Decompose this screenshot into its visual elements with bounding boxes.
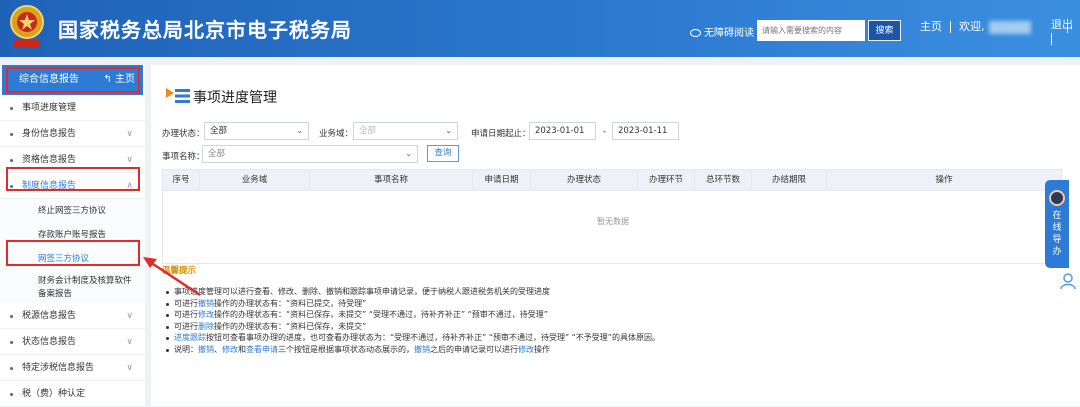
chevron-down-icon: ∨ — [126, 363, 133, 373]
chevron-down-icon: ∨ — [126, 311, 133, 321]
date-end-input[interactable]: 2023-01-11 — [612, 122, 679, 140]
divider — [1051, 33, 1052, 45]
status-label: 办理状态： — [162, 129, 205, 139]
online-guide-panel[interactable]: 在 线 导 办 — [1045, 180, 1069, 268]
bullet-icon — [10, 107, 13, 110]
guide-char: 在 — [1052, 211, 1062, 221]
bullet-icon — [10, 133, 13, 136]
tips-list: 事项进度管理可以进行查看、修改、删除、撤销和跟踪事项申请记录，便于纳税人跟进税务… — [165, 286, 865, 355]
sidebar-item-tax-source[interactable]: 税源信息报告 ∨ — [0, 303, 145, 329]
bullet-icon — [10, 367, 13, 370]
bullet-icon — [10, 159, 13, 162]
bullet-icon — [10, 341, 13, 344]
item-name-label: 事项名称： — [162, 152, 205, 162]
search-input[interactable] — [757, 20, 865, 41]
divider — [950, 21, 951, 33]
highlight-box — [6, 167, 140, 191]
domain-select[interactable]: 全部 ⌄ — [353, 122, 458, 140]
tip-item: 可进行撤销操作的办理状态有：“资料已提交，待受理” — [165, 298, 865, 310]
status-select[interactable]: 全部 ⌄ — [204, 122, 309, 140]
user-name-blurred — [988, 20, 1031, 34]
national-emblem-icon — [10, 5, 44, 47]
list-icon — [166, 88, 190, 103]
col-header: 业务域 — [200, 170, 310, 191]
accessibility-link[interactable]: 无障碍阅读 — [690, 24, 754, 39]
query-button[interactable]: 查询 — [427, 145, 459, 162]
sidebar: 综合信息报告 ↰ 主页 事项进度管理 身份信息报告 ∨ 资格信息报告 ∨ 制度信息报… — [0, 65, 145, 407]
col-header: 总环节数 — [695, 170, 752, 191]
page-title: 事项进度管理 — [193, 90, 277, 106]
guide-char: 线 — [1052, 223, 1062, 233]
logout-link[interactable]: 退出 — [1051, 18, 1073, 46]
tip-item: 可进行删除操作的办理状态有：“资料已保存，未提交” — [165, 321, 865, 333]
chevron-down-icon: ⌄ — [405, 149, 412, 158]
guide-char: 办 — [1052, 247, 1062, 257]
col-header: 操作 — [935, 175, 953, 185]
highlight-box — [6, 67, 140, 93]
accessibility-label: 无障碍阅读 — [704, 28, 754, 39]
highlight-box — [6, 240, 140, 266]
sidebar-item-tax-type[interactable]: 税（费）种认定 — [0, 381, 145, 407]
eye-icon — [690, 29, 701, 37]
col-header: 办结期限 — [752, 170, 827, 191]
date-start-input[interactable]: 2023-01-01 — [529, 122, 596, 140]
empty-state: 暂无数据 — [597, 217, 629, 226]
tip-item: 可进行修改操作的办理状态有：“资料已保存，未提交” “受理不通过，待补齐补正” … — [165, 309, 865, 321]
sidebar-item-progress[interactable]: 事项进度管理 — [0, 95, 145, 121]
top-header: 国家税务总局北京市电子税务局 无障碍阅读 搜索 主页 欢迎, 退出 — [0, 0, 1080, 57]
bullet-icon — [10, 315, 13, 318]
date-separator: - — [603, 127, 607, 137]
tips-title: 温馨提示 — [162, 266, 197, 276]
col-header: 办理环节 — [638, 170, 695, 191]
main-panel: 事项进度管理 办理状态： 全部 ⌄ 业务域： 全部 ⌄ 申请日期起止： 2023-0… — [151, 65, 1080, 406]
col-header: 办理状态 — [531, 170, 638, 191]
sub-item-terminate-agreement[interactable]: 终止网签三方协议 — [0, 199, 145, 223]
home-link[interactable]: 主页 — [920, 20, 942, 33]
chevron-down-icon: ∨ — [126, 129, 133, 139]
sidebar-item-specific[interactable]: 特定涉税信息报告 ∨ — [0, 355, 145, 381]
user-help-icon[interactable] — [1060, 272, 1078, 290]
table-header: 序号 业务域 事项名称 申请日期 办理状态 办理环节 总环节数 办结期限 操作 — [163, 170, 1061, 191]
item-name-select[interactable]: 全部 ⌄ — [202, 145, 418, 163]
chevron-down-icon: ⌄ — [445, 126, 452, 135]
tip-item: 进度跟踪按钮可查看事项办理的进度，也可查看办理状态为：“受理不通过，待补齐补正”… — [165, 332, 865, 344]
site-title: 国家税务总局北京市电子税务局 — [58, 18, 352, 42]
agent-avatar-icon — [1049, 190, 1065, 206]
sidebar-item-status[interactable]: 状态信息报告 ∨ — [0, 329, 145, 355]
col-header: 序号 — [163, 170, 200, 191]
col-header: 申请日期 — [473, 170, 531, 191]
bullet-icon — [10, 393, 13, 396]
tip-item: 事项进度管理可以进行查看、修改、删除、撤销和跟踪事项申请记录，便于纳税人跟进税务… — [165, 286, 865, 298]
search-button[interactable]: 搜索 — [868, 20, 901, 41]
sub-item-accounting-filing[interactable]: 财务会计制度及核算软件备案报告 — [0, 271, 145, 303]
col-header: 事项名称 — [310, 170, 473, 191]
results-table: 序号 业务域 事项名称 申请日期 办理状态 办理环节 总环节数 办结期限 操作 … — [162, 169, 1062, 264]
chevron-down-icon: ⌄ — [296, 126, 303, 135]
sidebar-item-identity[interactable]: 身份信息报告 ∨ — [0, 121, 145, 147]
welcome-label: 欢迎, — [959, 20, 985, 33]
tip-item: 说明：撤销、修改和查看申请三个按钮是根据事项状态动态展示的，撤销之后的申请记录可… — [165, 344, 865, 356]
chevron-down-icon: ∨ — [126, 337, 133, 347]
guide-char: 导 — [1052, 235, 1062, 245]
date-label: 申请日期起止： — [471, 129, 531, 139]
domain-label: 业务域： — [319, 129, 354, 139]
